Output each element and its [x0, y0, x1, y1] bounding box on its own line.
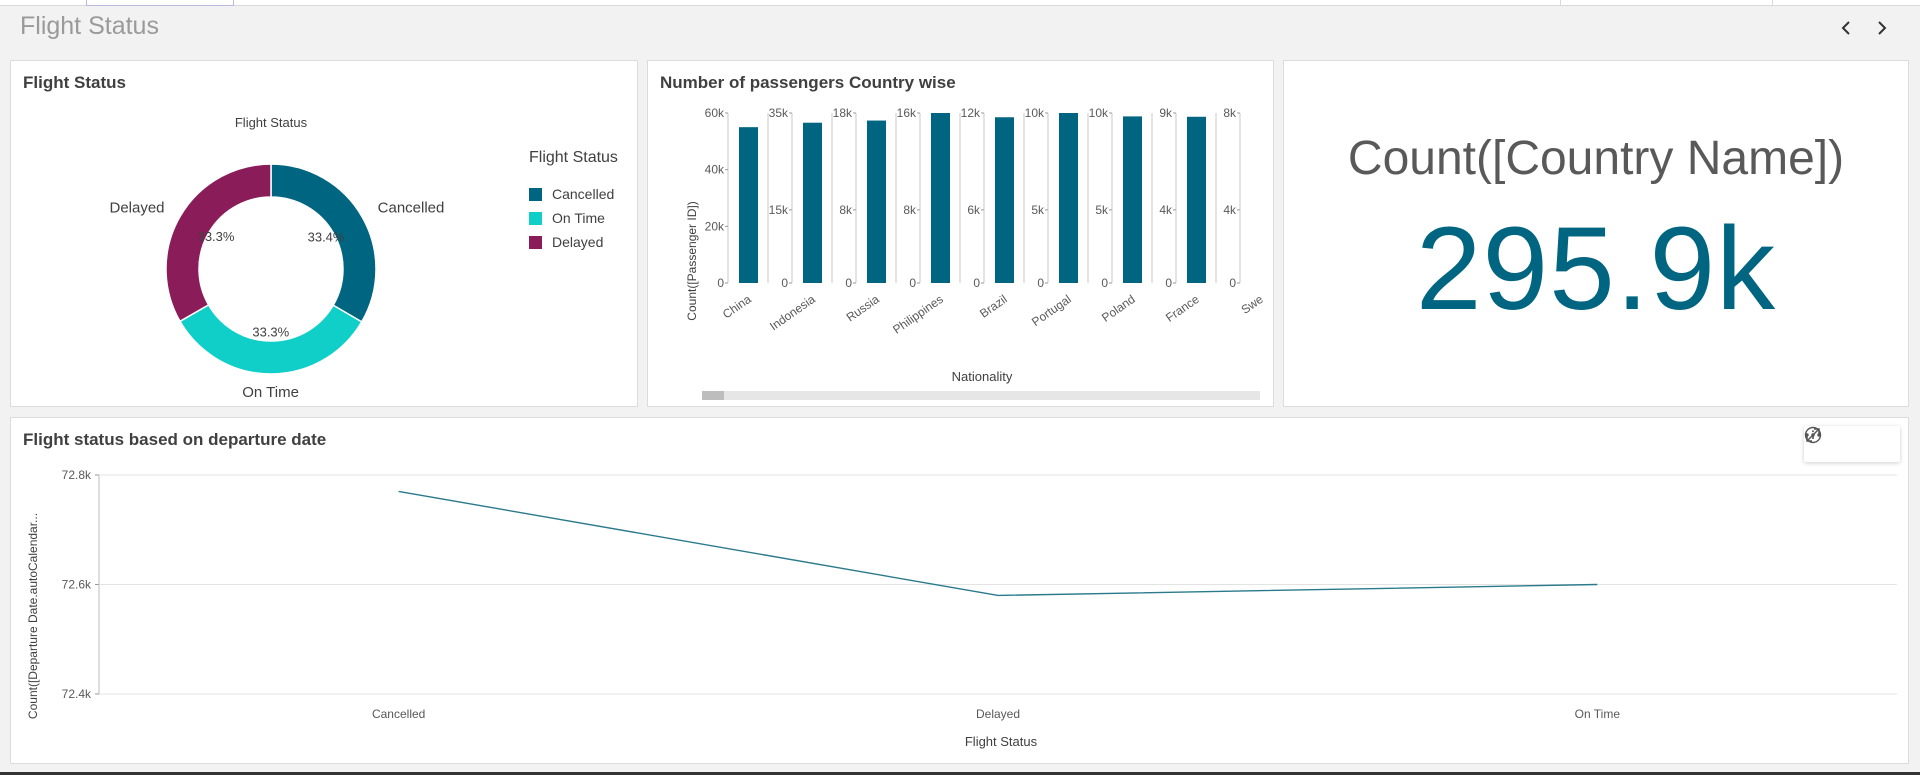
- flight-status-panel[interactable]: Flight Status Flight Status 33.4% Cancell…: [10, 60, 638, 407]
- y-tick-label: 0: [1037, 276, 1044, 290]
- top-tab[interactable]: [86, 0, 234, 6]
- x-category-label: Poland: [1099, 292, 1138, 325]
- slice-percent-label: 33.3%: [252, 324, 289, 339]
- horizontal-scrollbar-track[interactable]: [702, 391, 1260, 400]
- y-tick-label: 18k: [833, 106, 853, 120]
- y-tick-label: 12k: [961, 106, 981, 120]
- kpi-value: 295.9k: [1415, 203, 1777, 335]
- chevron-right-icon: [1878, 21, 1887, 35]
- slice-percent-label: 33.3%: [198, 229, 235, 244]
- bar-chart: Count([Passenger ID]) 60k 40k 20k 0 China 35k…: [685, 106, 1266, 400]
- x-axis-label: Nationality: [952, 369, 1013, 384]
- x-category-label: Delayed: [976, 707, 1020, 721]
- sheet-title: Flight Status: [20, 12, 159, 40]
- chevron-left-icon: [1841, 21, 1850, 35]
- y-tick-label: 10k: [1089, 106, 1109, 120]
- x-category-label: Portugal: [1029, 292, 1074, 329]
- line-series[interactable]: [398, 490, 1598, 597]
- y-axis-label: Count([Departure Date.autoCalendar...: [26, 513, 40, 719]
- bar-russia[interactable]: [867, 120, 886, 283]
- y-tick-label: 60k: [705, 106, 725, 120]
- slice-percent-label: 33.4%: [308, 229, 345, 244]
- departure-status-panel[interactable]: Flight status based on departure date Co…: [10, 417, 1909, 764]
- x-category-label: On Time: [1575, 707, 1621, 721]
- y-tick-label: 0: [1229, 276, 1236, 290]
- x-category-label: Swe: [1239, 292, 1266, 317]
- slice-category-label: Cancelled: [378, 200, 445, 217]
- x-category-label: Philippines: [890, 292, 946, 337]
- kpi-label: Count([Country Name]): [1347, 132, 1845, 185]
- y-tick-label: 0: [781, 276, 788, 290]
- y-tick-label: 9k: [1159, 106, 1173, 120]
- y-tick-label: 8k: [1223, 106, 1237, 120]
- y-tick-label: 35k: [769, 106, 789, 120]
- chart-title: Flight Status: [235, 115, 308, 130]
- top-tab-strip: [0, 0, 1920, 6]
- y-tick-label: 4k: [1223, 203, 1237, 217]
- y-tick-label: 72.4k: [62, 687, 92, 701]
- bar-portugal[interactable]: [1059, 113, 1078, 283]
- horizontal-scrollbar-thumb[interactable]: [702, 391, 724, 400]
- y-tick-label: 40k: [705, 163, 725, 177]
- tab-divider: [1560, 0, 1561, 6]
- y-tick-label: 15k: [769, 203, 789, 217]
- y-tick-label: 6k: [967, 203, 981, 217]
- bar-poland[interactable]: [1123, 116, 1142, 284]
- line-chart: Count([Departure Date.autoCalendar... 72…: [26, 468, 1897, 749]
- y-tick-label: 0: [1165, 276, 1172, 290]
- next-sheet-button[interactable]: [1868, 14, 1896, 42]
- y-tick-label: 0: [973, 276, 980, 290]
- y-tick-label: 5k: [1031, 203, 1045, 217]
- y-tick-label: 10k: [1025, 106, 1045, 120]
- tab-divider: [1772, 0, 1773, 6]
- y-tick-label: 4k: [1159, 203, 1173, 217]
- y-tick-label: 0: [717, 276, 724, 290]
- y-tick-label: 20k: [705, 219, 725, 233]
- legend-swatch: [529, 188, 542, 201]
- x-category-label: France: [1163, 292, 1202, 325]
- x-category-label: China: [720, 292, 754, 322]
- previous-sheet-button[interactable]: [1832, 14, 1860, 42]
- donut-chart: Flight Status 33.4% Cancelled 33.3% On Time…: [109, 115, 618, 401]
- y-tick-label: 8k: [839, 203, 853, 217]
- y-tick-label: 0: [909, 276, 916, 290]
- legend-item[interactable]: Cancelled: [552, 186, 614, 202]
- y-tick-label: 72.6k: [62, 578, 92, 592]
- x-category-label: Russia: [844, 292, 882, 325]
- legend-item[interactable]: Delayed: [552, 234, 603, 250]
- x-axis-label: Flight Status: [965, 734, 1038, 749]
- y-tick-label: 0: [845, 276, 852, 290]
- legend-swatch: [529, 236, 542, 249]
- bar-france[interactable]: [1187, 116, 1206, 284]
- y-tick-label: 5k: [1095, 203, 1109, 217]
- slice-category-label: On Time: [242, 384, 299, 401]
- y-tick-label: 16k: [897, 106, 917, 120]
- x-category-label: Cancelled: [372, 707, 425, 721]
- slice-category-label: Delayed: [109, 199, 164, 216]
- x-category-label: Indonesia: [767, 292, 818, 334]
- legend-item[interactable]: On Time: [552, 210, 605, 226]
- x-category-label: Brazil: [977, 292, 1010, 321]
- y-tick-label: 8k: [903, 203, 917, 217]
- y-tick-label: 0: [1101, 276, 1108, 290]
- y-tick-label: 72.8k: [62, 468, 92, 482]
- legend-title: Flight Status: [529, 149, 618, 166]
- bar-indonesia[interactable]: [803, 122, 822, 283]
- y-axis-label: Count([Passenger ID]): [685, 201, 699, 320]
- country-count-kpi-panel[interactable]: Count([Country Name]) 295.9k: [1283, 60, 1909, 407]
- legend-swatch: [529, 212, 542, 225]
- bar-brazil[interactable]: [995, 117, 1014, 283]
- bar-philippines[interactable]: [931, 113, 950, 283]
- bar-china[interactable]: [739, 127, 758, 284]
- passengers-by-country-panel[interactable]: Number of passengers Country wise Count(…: [647, 60, 1274, 407]
